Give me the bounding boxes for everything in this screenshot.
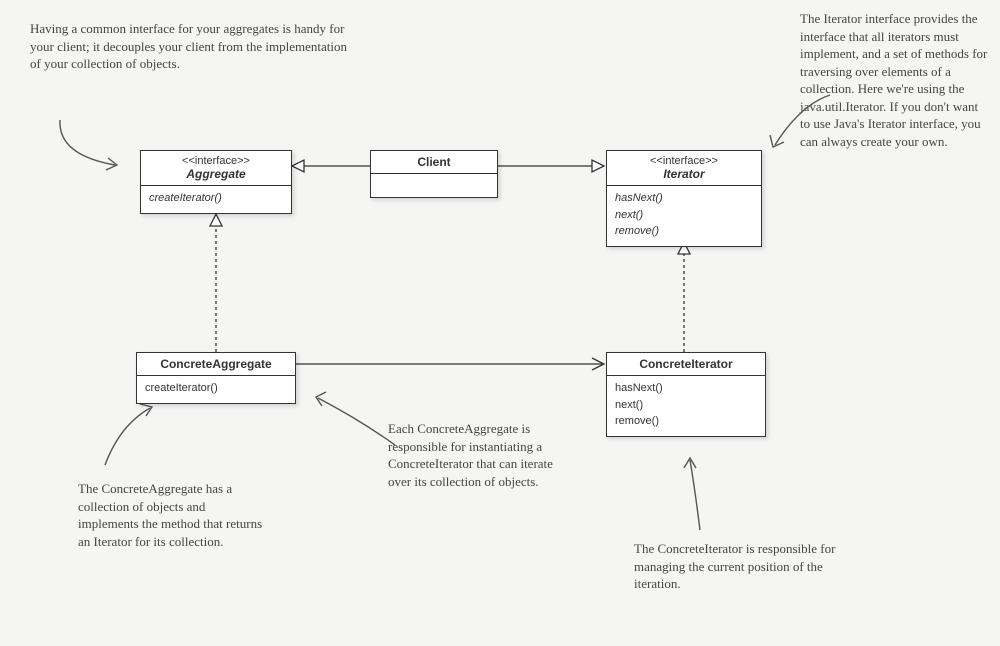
box-concrete-aggregate: ConcreteAggregate createIterator() xyxy=(136,352,296,404)
box-client: Client xyxy=(370,150,498,198)
note-bottom-left: The ConcreteAggregate has a collection o… xyxy=(78,480,268,550)
method-row: next() xyxy=(615,397,757,414)
concrete-aggregate-name: ConcreteAggregate xyxy=(145,357,287,371)
concrete-iterator-title: ConcreteIterator xyxy=(607,353,765,376)
method-row: remove() xyxy=(615,223,753,240)
aggregate-name: Aggregate xyxy=(149,167,283,181)
method-row: createIterator() xyxy=(145,380,287,397)
method-row: remove() xyxy=(615,413,757,430)
method-row: hasNext() xyxy=(615,380,757,397)
note-bottom-mid: Each ConcreteAggregate is responsible fo… xyxy=(388,420,568,490)
iterator-name: Iterator xyxy=(615,167,753,181)
method-row: createIterator() xyxy=(149,190,283,207)
client-name: Client xyxy=(379,155,489,169)
concrete-aggregate-title: ConcreteAggregate xyxy=(137,353,295,376)
iterator-stereo: <<interface>> xyxy=(615,155,753,167)
concrete-iterator-name: ConcreteIterator xyxy=(615,357,757,371)
box-concrete-iterator: ConcreteIterator hasNext() next() remove… xyxy=(606,352,766,437)
client-title: Client xyxy=(371,151,497,174)
note-top-right: The Iterator interface provides the inte… xyxy=(800,10,990,150)
note-bottom-right: The ConcreteIterator is responsible for … xyxy=(634,540,844,593)
note-top-left: Having a common interface for your aggre… xyxy=(30,20,350,73)
concrete-iterator-methods: hasNext() next() remove() xyxy=(607,376,765,436)
method-row: next() xyxy=(615,207,753,224)
box-aggregate: <<interface>> Aggregate createIterator() xyxy=(140,150,292,214)
iterator-title: <<interface>> Iterator xyxy=(607,151,761,186)
aggregate-methods: createIterator() xyxy=(141,186,291,213)
aggregate-stereo: <<interface>> xyxy=(149,155,283,167)
aggregate-title: <<interface>> Aggregate xyxy=(141,151,291,186)
method-row: hasNext() xyxy=(615,190,753,207)
concrete-aggregate-methods: createIterator() xyxy=(137,376,295,403)
iterator-methods: hasNext() next() remove() xyxy=(607,186,761,246)
box-iterator: <<interface>> Iterator hasNext() next() … xyxy=(606,150,762,247)
